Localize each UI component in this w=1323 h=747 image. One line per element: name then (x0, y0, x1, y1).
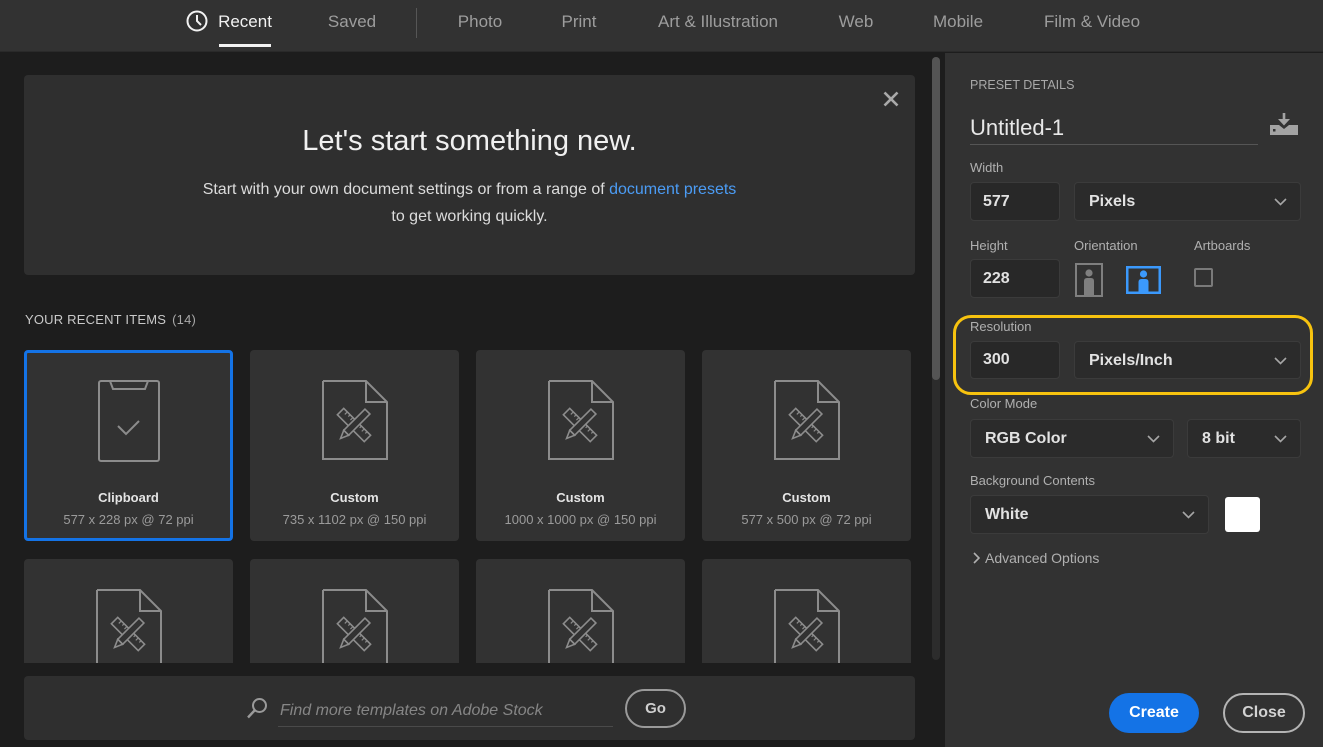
chevron-down-icon (1274, 435, 1287, 443)
recent-item-card[interactable]: Custom 577 x 500 px @ 72 ppi (702, 350, 911, 541)
resolution-unit-value: Pixels/Inch (1089, 352, 1173, 369)
card-details: 735 x 1102 px @ 150 ppi (282, 512, 427, 527)
width-unit-dropdown[interactable]: Pixels (1074, 182, 1301, 221)
landscape-orientation-icon[interactable] (1126, 266, 1161, 294)
tab-web[interactable]: Web (839, 11, 874, 32)
recent-item-card[interactable] (702, 559, 911, 663)
chevron-down-icon (1274, 198, 1287, 206)
recent-item-card[interactable]: Custom 735 x 1102 px @ 150 ppi (250, 350, 459, 541)
resolution-input[interactable] (970, 341, 1060, 379)
card-icon (27, 380, 230, 462)
color-mode-dropdown[interactable]: RGB Color (970, 419, 1174, 458)
artboards-label: Artboards (1194, 238, 1251, 253)
active-tab-indicator (219, 44, 271, 47)
banner-text: Start with your own document settings or… (24, 176, 915, 230)
chevron-down-icon (1274, 357, 1287, 365)
portrait-orientation-icon[interactable] (1075, 263, 1103, 297)
card-details: 1000 x 1000 px @ 150 ppi (504, 512, 657, 527)
tab-mobile[interactable]: Mobile (933, 11, 983, 32)
recent-item-card[interactable] (250, 559, 459, 663)
height-label: Height (970, 238, 1008, 253)
preset-details-panel: PRESET DETAILS Width Pixels Height Orien… (945, 53, 1323, 747)
card-icon (250, 380, 459, 462)
recent-items-count: (14) (172, 312, 197, 327)
banner-title: Let's start something new. (302, 125, 637, 157)
document-tools-icon (548, 380, 614, 460)
card-icon (24, 589, 233, 663)
advanced-options-label: Advanced Options (985, 550, 1100, 566)
document-tools-icon (322, 380, 388, 460)
banner-text-before: Start with your own document settings or… (202, 181, 610, 198)
card-name: Clipboard (98, 490, 159, 505)
close-icon[interactable] (883, 91, 899, 107)
width-input[interactable] (970, 182, 1060, 221)
chevron-down-icon (1147, 435, 1160, 443)
recent-item-card[interactable]: Clipboard 577 x 228 px @ 72 ppi (24, 350, 233, 541)
search-icon (247, 698, 267, 719)
card-name: Custom (782, 490, 831, 505)
card-icon (476, 380, 685, 462)
create-button[interactable]: Create (1109, 693, 1199, 733)
document-tools-icon (96, 589, 162, 663)
tab-recent[interactable]: Recent (218, 11, 272, 32)
stock-search-bar: Go (24, 676, 915, 740)
background-contents-dropdown[interactable]: White (970, 495, 1209, 534)
color-mode-label: Color Mode (970, 396, 1038, 411)
recent-items-scrollbar[interactable] (932, 57, 940, 660)
tab-divider (416, 8, 417, 38)
background-contents-value: White (985, 506, 1029, 523)
card-icon (702, 380, 911, 462)
width-label: Width (970, 160, 1004, 175)
banner-text-after: to get working quickly. (391, 208, 548, 225)
recent-items-heading: YOUR RECENT ITEMS (14) (25, 312, 196, 327)
background-color-swatch[interactable] (1225, 497, 1260, 532)
welcome-banner: Let's start something new. Start with yo… (24, 75, 915, 275)
bit-depth-dropdown[interactable]: 8 bit (1187, 419, 1301, 458)
document-name-input[interactable] (970, 111, 1258, 145)
document-tools-icon (548, 589, 614, 663)
chevron-down-icon (1182, 511, 1195, 519)
tab-film-video[interactable]: Film & Video (1044, 11, 1140, 32)
card-icon (250, 589, 459, 663)
resolution-unit-dropdown[interactable]: Pixels/Inch (1074, 341, 1301, 379)
advanced-options-toggle[interactable]: Advanced Options (973, 550, 1099, 566)
go-button[interactable]: Go (625, 689, 686, 728)
chevron-right-icon (973, 552, 980, 564)
tab-saved[interactable]: Saved (328, 11, 376, 32)
card-details: 577 x 228 px @ 72 ppi (63, 512, 194, 527)
card-icon (476, 589, 685, 663)
recent-item-card[interactable] (24, 559, 233, 663)
card-name: Custom (556, 490, 605, 505)
document-tools-icon (774, 589, 840, 663)
tab-art-illustration[interactable]: Art & Illustration (658, 11, 778, 32)
height-input[interactable] (970, 259, 1060, 298)
recent-items-grid: Clipboard 577 x 228 px @ 72 ppi Custom 7… (24, 350, 915, 663)
stock-search-input[interactable] (278, 695, 613, 727)
scrollbar-thumb[interactable] (932, 57, 940, 380)
clock-icon (186, 10, 208, 32)
preset-details-heading: PRESET DETAILS (970, 78, 1075, 92)
bit-depth-value: 8 bit (1202, 430, 1235, 447)
recent-items-title: YOUR RECENT ITEMS (25, 312, 167, 327)
tab-photo[interactable]: Photo (458, 11, 502, 32)
document-presets-link[interactable]: document presets (609, 181, 736, 198)
clipboard-icon (98, 380, 160, 462)
resolution-label: Resolution (970, 319, 1032, 334)
card-name: Custom (330, 490, 379, 505)
recent-item-card[interactable]: Custom 1000 x 1000 px @ 150 ppi (476, 350, 685, 541)
color-mode-value: RGB Color (985, 430, 1067, 447)
recent-item-card[interactable] (476, 559, 685, 663)
artboards-checkbox[interactable] (1194, 268, 1213, 287)
card-icon (702, 589, 911, 663)
document-tools-icon (322, 589, 388, 663)
save-preset-icon[interactable] (1270, 113, 1298, 135)
close-button[interactable]: Close (1223, 693, 1305, 733)
document-tools-icon (774, 380, 840, 460)
width-unit-value: Pixels (1089, 193, 1136, 210)
orientation-label: Orientation (1074, 238, 1138, 253)
background-contents-label: Background Contents (970, 473, 1096, 488)
tab-print[interactable]: Print (562, 11, 597, 32)
card-details: 577 x 500 px @ 72 ppi (741, 512, 872, 527)
template-category-tabs: Recent Saved Photo Print Art & Illustrat… (0, 0, 1323, 52)
